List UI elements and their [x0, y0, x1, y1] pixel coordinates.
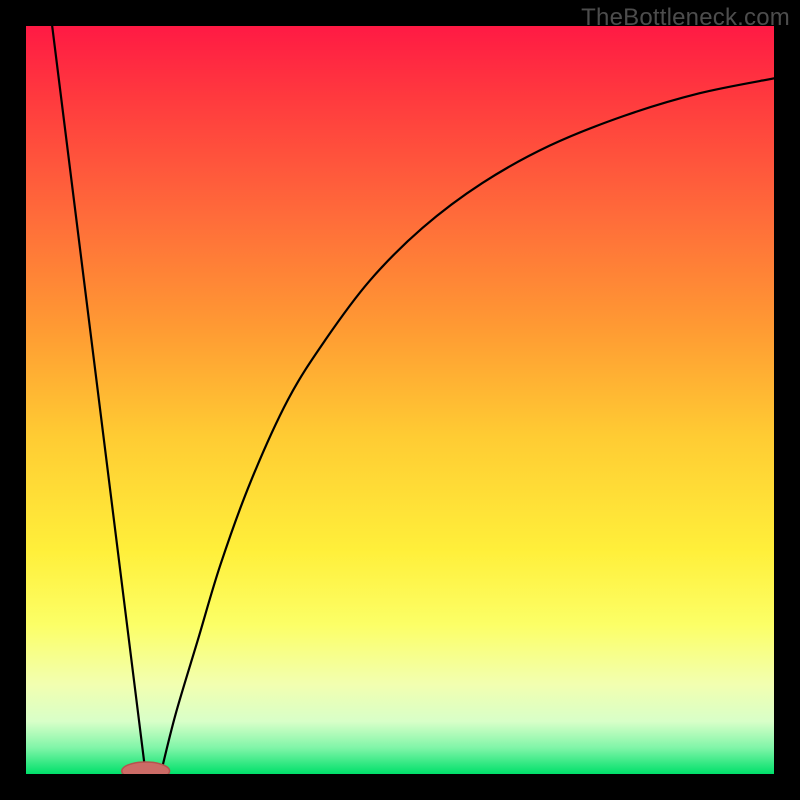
watermark-text: TheBottleneck.com: [581, 4, 790, 32]
chart-frame: TheBottleneck.com: [0, 0, 800, 800]
optimum-marker: [122, 762, 170, 774]
bottleneck-chart: [26, 26, 774, 774]
plot-area: [26, 26, 774, 774]
gradient-background: [26, 26, 774, 774]
